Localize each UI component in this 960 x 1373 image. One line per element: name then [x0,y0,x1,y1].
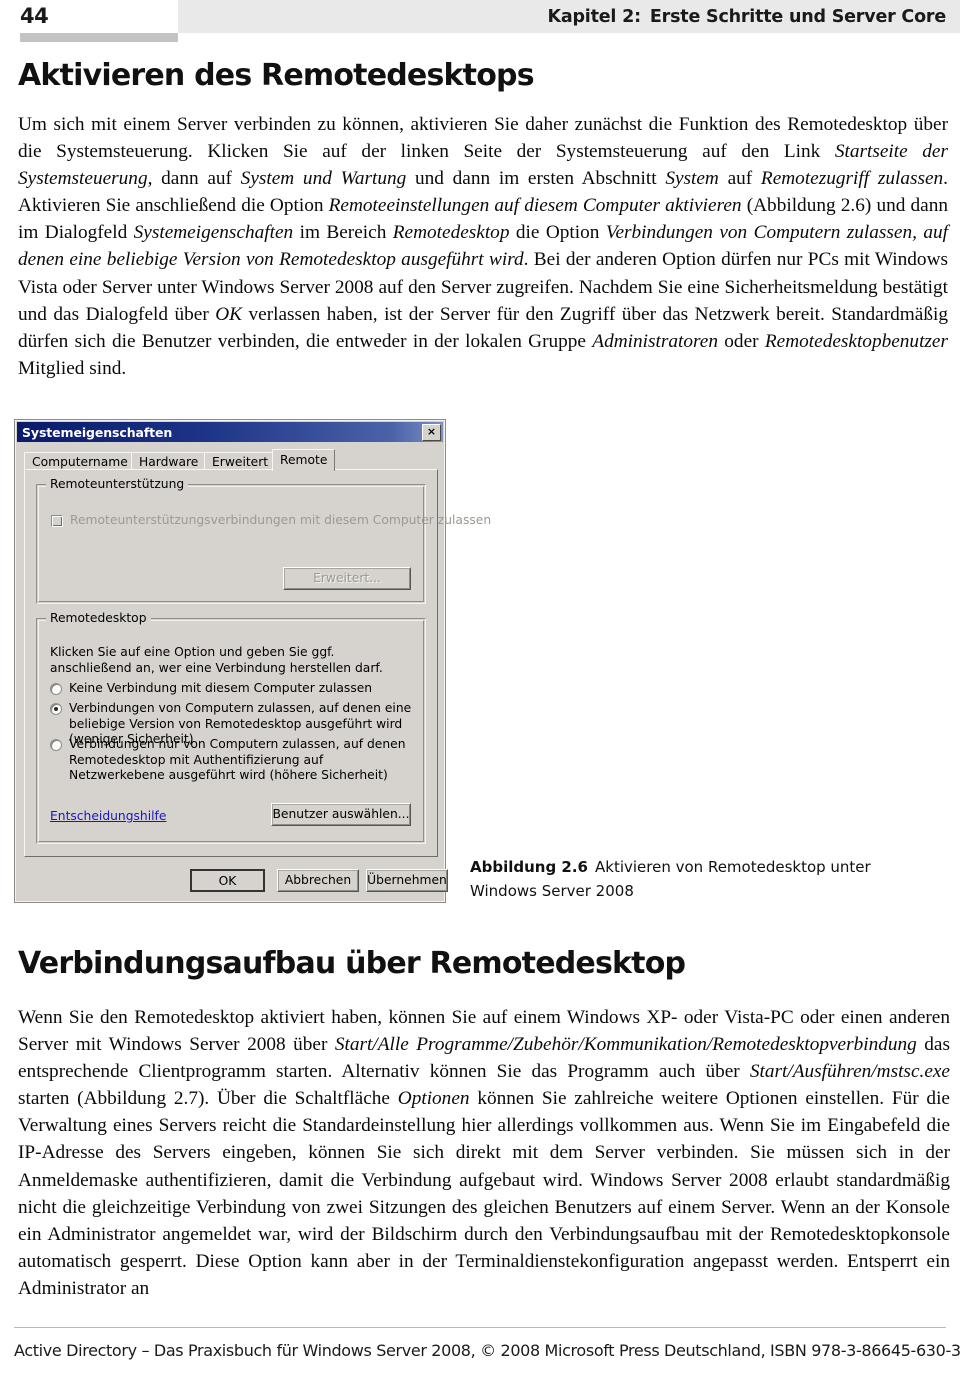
paragraph-verbindungsaufbau: Wenn Sie den Remotedesktop aktiviert hab… [18,1007,950,1299]
advanced-button[interactable]: Erweitert... [283,567,411,590]
close-icon[interactable]: × [422,424,441,441]
tab-computername[interactable]: Computername [24,452,136,470]
groupbox-remotedesktop: Remotedesktop Klicken Sie auf eine Optio… [36,611,426,844]
figure-caption-label: Abbildung 2.6 [470,858,588,876]
chapter-heading: Kapitel 2: Erste Schritte und Server Core [548,3,947,32]
dialog-title: Systemeigenschaften [22,424,173,440]
chapter-title: Erste Schritte und Server Core [649,7,946,27]
figure-systemeigenschaften: Systemeigenschaften × Computername Hardw… [14,419,491,903]
groupbox-legend-remotedesktop: Remotedesktop [46,611,151,625]
radio-row-keine-verbindung[interactable]: Keine Verbindung mit diesem Computer zul… [50,681,418,697]
ok-button[interactable]: OK [190,869,265,892]
checkbox-remoteunterstuetzung[interactable] [51,515,63,527]
footer-copyright: Active Directory – Das Praxisbuch für Wi… [14,1341,960,1360]
page-number-box: 44 [0,0,178,33]
paragraph-aktivieren: Um sich mit einem Server verbinden zu kö… [18,114,949,379]
tab-erweitert[interactable]: Erweitert [204,452,277,470]
page-number: 44 [20,4,49,28]
footer-divider [14,1327,946,1328]
select-users-button[interactable]: Benutzer auswählen... [271,803,411,826]
radio-netzwerkebene[interactable] [50,739,62,751]
checkbox-row-remoteunterstuetzung[interactable]: Remoteunterstützungsverbindungen mit die… [51,513,491,528]
running-header: 44 Kapitel 2: Erste Schritte und Server C… [0,0,960,42]
section-heading-aktivieren: Aktivieren des Remotedesktops [18,58,535,93]
radio-label-keine-verbindung: Keine Verbindung mit diesem Computer zul… [69,681,373,695]
checkbox-label-remoteunterstuetzung: Remoteunterstützungsverbindungen mit die… [70,513,492,527]
tab-panel-remote: Remoteunterstützung Remoteunterstützungs… [24,469,491,857]
apply-button[interactable]: Übernehmen [366,869,448,892]
radio-row-netzwerkebene[interactable]: Verbindungen nur von Computern zulassen,… [50,737,418,784]
remotedesktop-hint-text: Klicken Sie auf eine Option und geben Si… [50,645,383,675]
cancel-button[interactable]: Abbrechen [277,869,359,892]
radio-keine-verbindung[interactable] [50,683,62,695]
tab-hardware[interactable]: Hardware [131,452,207,470]
radio-label-netzwerkebene: Verbindungen nur von Computern zulassen,… [69,737,406,782]
section-heading-verbindungsaufbau: Verbindungsaufbau über Remotedesktop [18,946,686,981]
radio-beliebige-version[interactable] [50,703,62,715]
chapter-label: Kapitel 2: [547,7,642,27]
figure-caption: Abbildung 2.6 Aktivieren von Remotedeskto… [470,855,890,903]
dialog-tabstrip: Computername Hardware Erweitert Remote [24,449,438,471]
dialog-titlebar[interactable]: Systemeigenschaften × [17,422,443,442]
groupbox-remoteunterstuetzung: Remoteunterstützung Remoteunterstützungs… [36,477,491,604]
help-link-entscheidungshilfe[interactable]: Entscheidungshilfe [50,809,166,823]
dialog-window: Systemeigenschaften × Computername Hardw… [14,419,491,903]
page-footer: Active Directory – Das Praxisbuch für Wi… [0,1327,960,1373]
header-accent-bar [20,33,178,42]
groupbox-legend-remoteunterstuetzung: Remoteunterstützung [46,477,189,491]
tab-remote[interactable]: Remote [272,449,336,471]
